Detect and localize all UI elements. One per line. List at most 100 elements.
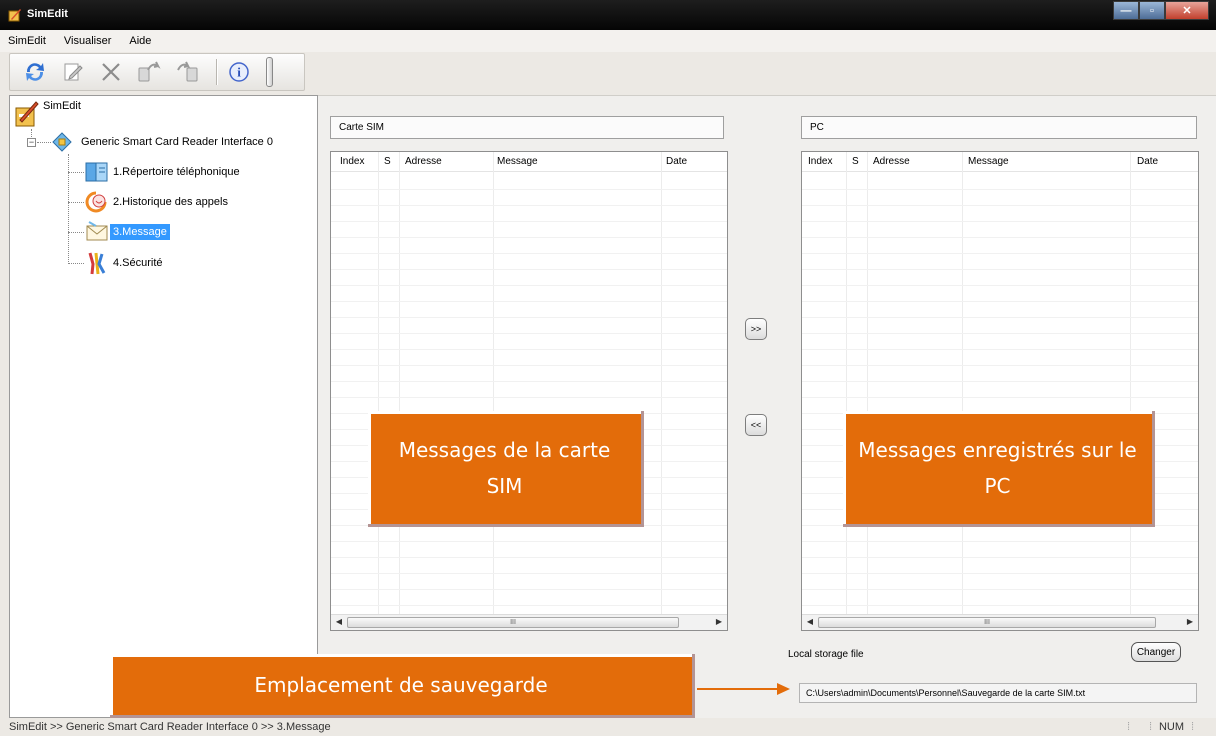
- envelope-icon: [86, 221, 108, 241]
- row-gridline: [802, 397, 1198, 398]
- transfer-to-pc-button[interactable]: >>: [745, 318, 767, 340]
- col-s[interactable]: S: [852, 156, 859, 167]
- row-gridline: [802, 605, 1198, 606]
- export-icon: [138, 61, 161, 82]
- scroll-left-icon[interactable]: ◀: [804, 617, 816, 626]
- col-date[interactable]: Date: [666, 156, 687, 167]
- row-gridline: [802, 205, 1198, 206]
- info-button[interactable]: i: [224, 57, 254, 87]
- sim-group-header: Carte SIM: [330, 116, 724, 139]
- sim-horizontal-scrollbar[interactable]: ◀ III ▶: [331, 614, 727, 630]
- tree-line: [68, 154, 69, 264]
- scroll-thumb[interactable]: III: [347, 617, 679, 628]
- pc-horizontal-scrollbar[interactable]: ◀ III ▶: [802, 614, 1198, 630]
- row-gridline: [802, 349, 1198, 350]
- tree-line: [68, 172, 84, 173]
- status-separator: ⁞: [1126, 721, 1130, 733]
- smart-card-icon: [52, 132, 72, 152]
- tree-item-repertoire[interactable]: 1.Répertoire téléphonique: [84, 160, 243, 184]
- row-gridline: [802, 589, 1198, 590]
- tree-root[interactable]: SimEdit: [14, 100, 84, 128]
- menu-simedit[interactable]: SimEdit: [8, 35, 46, 47]
- row-gridline: [331, 317, 727, 318]
- row-gridline: [331, 365, 727, 366]
- row-gridline: [802, 365, 1198, 366]
- tree-item-historique[interactable]: 2.Historique des appels: [84, 190, 231, 214]
- phonebook-icon: [85, 162, 108, 182]
- import-button[interactable]: [172, 57, 202, 87]
- row-gridline: [331, 605, 727, 606]
- row-gridline: [802, 301, 1198, 302]
- status-bar: SimEdit >> Generic Smart Card Reader Int…: [0, 718, 1216, 736]
- svg-text:i: i: [237, 65, 241, 80]
- tree-item-label: 2.Historique des appels: [113, 196, 228, 208]
- call-history-icon: [85, 191, 107, 213]
- toolbar-grip[interactable]: [266, 57, 273, 87]
- menu-aide[interactable]: Aide: [129, 35, 151, 47]
- row-gridline: [331, 397, 727, 398]
- toolbar: i: [9, 53, 305, 91]
- row-gridline: [802, 253, 1198, 254]
- minimize-button[interactable]: —: [1113, 1, 1139, 20]
- window-controls: — ▫ ✕: [1113, 1, 1209, 20]
- row-gridline: [331, 189, 727, 190]
- col-adresse[interactable]: Adresse: [873, 156, 910, 167]
- scroll-left-icon[interactable]: ◀: [333, 617, 345, 626]
- navigation-tree: SimEdit − Generic Smart Card Reader Inte…: [9, 95, 318, 718]
- row-gridline: [331, 333, 727, 334]
- col-message[interactable]: Message: [968, 156, 1009, 167]
- maximize-button[interactable]: ▫: [1139, 1, 1165, 20]
- col-message[interactable]: Message: [497, 156, 538, 167]
- edit-button[interactable]: [58, 57, 88, 87]
- num-lock-indicator: NUM: [1158, 721, 1184, 733]
- row-gridline: [331, 557, 727, 558]
- callout-connector-line: [697, 688, 779, 690]
- tree-item-label: 3.Message: [110, 224, 170, 240]
- tree-reader-node[interactable]: Generic Smart Card Reader Interface 0: [51, 131, 276, 153]
- export-button[interactable]: [134, 57, 164, 87]
- tree-item-message[interactable]: 3.Message: [84, 220, 170, 244]
- row-gridline: [331, 253, 727, 254]
- col-index[interactable]: Index: [808, 156, 832, 167]
- tree-line: [68, 202, 84, 203]
- tree-line: [37, 142, 51, 143]
- change-storage-button[interactable]: Changer: [1131, 642, 1181, 662]
- pc-group-title: PC: [810, 122, 824, 133]
- sim-table-header: Index S Adresse Message Date: [331, 152, 727, 172]
- transfer-to-sim-button[interactable]: <<: [745, 414, 767, 436]
- close-button[interactable]: ✕: [1165, 1, 1209, 20]
- tree-line: [68, 232, 84, 233]
- col-s[interactable]: S: [384, 156, 391, 167]
- callout-pc-text: Messages enregistrés sur le PC: [858, 437, 1137, 498]
- sim-messages-table[interactable]: Index S Adresse Message Date ◀ III ▶: [330, 151, 728, 631]
- row-gridline: [802, 221, 1198, 222]
- scroll-right-icon[interactable]: ▶: [1184, 617, 1196, 626]
- row-gridline: [802, 381, 1198, 382]
- col-date[interactable]: Date: [1137, 156, 1158, 167]
- row-gridline: [331, 285, 727, 286]
- menu-bar: SimEdit Visualiser Aide: [0, 30, 1216, 52]
- status-separator: ⁞: [1148, 721, 1152, 733]
- menu-visualiser[interactable]: Visualiser: [64, 35, 112, 47]
- info-icon: i: [229, 62, 249, 82]
- row-gridline: [802, 189, 1198, 190]
- row-gridline: [802, 317, 1198, 318]
- col-adresse[interactable]: Adresse: [405, 156, 442, 167]
- refresh-icon: [26, 63, 44, 81]
- col-index[interactable]: Index: [340, 156, 364, 167]
- callout-sim-messages: Messages de la carte SIM: [368, 411, 644, 527]
- app-icon: [8, 9, 21, 22]
- tree-expander[interactable]: −: [27, 138, 36, 147]
- scroll-thumb[interactable]: III: [818, 617, 1156, 628]
- main-area: Carte SIM Index S Adresse Message Date ◀…: [318, 95, 1216, 718]
- pc-messages-table[interactable]: Index S Adresse Message Date ◀ III ▶: [801, 151, 1199, 631]
- row-gridline: [802, 557, 1198, 558]
- edit-icon: [64, 63, 83, 81]
- row-gridline: [331, 541, 727, 542]
- tree-item-securite[interactable]: 4.Sécurité: [84, 250, 166, 276]
- delete-button[interactable]: [96, 57, 126, 87]
- scroll-right-icon[interactable]: ▶: [713, 617, 725, 626]
- storage-path-field[interactable]: C:\Users\admin\Documents\Personnel\Sauve…: [799, 683, 1197, 703]
- refresh-button[interactable]: [20, 57, 50, 87]
- status-separator: ⁞: [1190, 721, 1194, 733]
